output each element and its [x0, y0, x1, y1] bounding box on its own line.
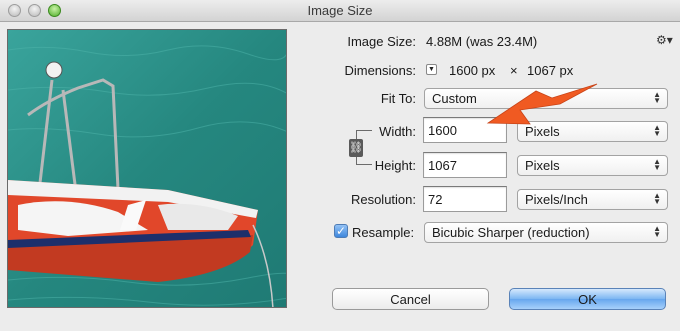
resolution-unit-value: Pixels/Inch [525, 192, 588, 207]
popup-arrows-icon: ▲ ▼ [653, 90, 661, 105]
resample-label: Resample: [352, 225, 415, 240]
dimensions-width-value: 1600 px [449, 63, 496, 78]
gear-icon[interactable]: ⚙▾ [656, 33, 673, 47]
popup-arrows-icon: ▲ ▼ [653, 123, 661, 138]
dimensions-height-value: 1067 px [527, 63, 574, 78]
popup-arrows-icon: ▲ ▼ [653, 191, 661, 206]
resolution-field[interactable]: 72 [423, 186, 507, 212]
height-label: Height: [374, 158, 416, 173]
fit-to-select[interactable]: Custom ▲ ▼ [424, 88, 668, 109]
dimensions-label: Dimensions: [344, 63, 416, 78]
ok-button[interactable]: OK [509, 288, 666, 310]
image-size-label: Image Size: [347, 34, 416, 49]
resample-method-value: Bicubic Sharper (reduction) [432, 225, 590, 240]
height-unit-value: Pixels [525, 158, 560, 173]
width-unit-select[interactable]: Pixels ▲ ▼ [517, 121, 668, 142]
chain-link-icon[interactable]: ⛓ [349, 139, 363, 157]
resample-checkbox[interactable]: ✓ [334, 224, 348, 238]
resolution-unit-select[interactable]: Pixels/Inch ▲ ▼ [517, 189, 668, 210]
window-title: Image Size [307, 3, 373, 18]
image-size-value: 4.88M (was 23.4M) [426, 34, 538, 49]
fit-to-value: Custom [432, 91, 477, 106]
dimensions-times-sign: × [510, 63, 518, 78]
resample-method-select[interactable]: Bicubic Sharper (reduction) ▲ ▼ [424, 222, 668, 243]
checkmark-icon: ✓ [335, 224, 347, 238]
resolution-label: Resolution: [350, 192, 416, 207]
width-unit-value: Pixels [525, 124, 560, 139]
popup-arrows-icon: ▲ ▼ [653, 224, 661, 239]
width-label: Width: [379, 124, 416, 139]
image-preview[interactable] [7, 29, 287, 308]
height-field[interactable]: 1067 [423, 152, 507, 178]
fit-to-label: Fit To: [380, 91, 416, 106]
title-bar: Image Size [0, 0, 680, 22]
image-size-dialog: Image Size Image Size: 4.88M (was 23.4M)… [0, 0, 680, 331]
boat-photo [8, 30, 286, 307]
height-unit-select[interactable]: Pixels ▲ ▼ [517, 155, 668, 176]
cancel-button[interactable]: Cancel [332, 288, 489, 310]
popup-arrows-icon: ▲ ▼ [653, 157, 661, 172]
width-field[interactable]: 1600 [423, 117, 507, 143]
dimensions-unit-dropdown-icon[interactable]: ▼ [426, 64, 437, 75]
